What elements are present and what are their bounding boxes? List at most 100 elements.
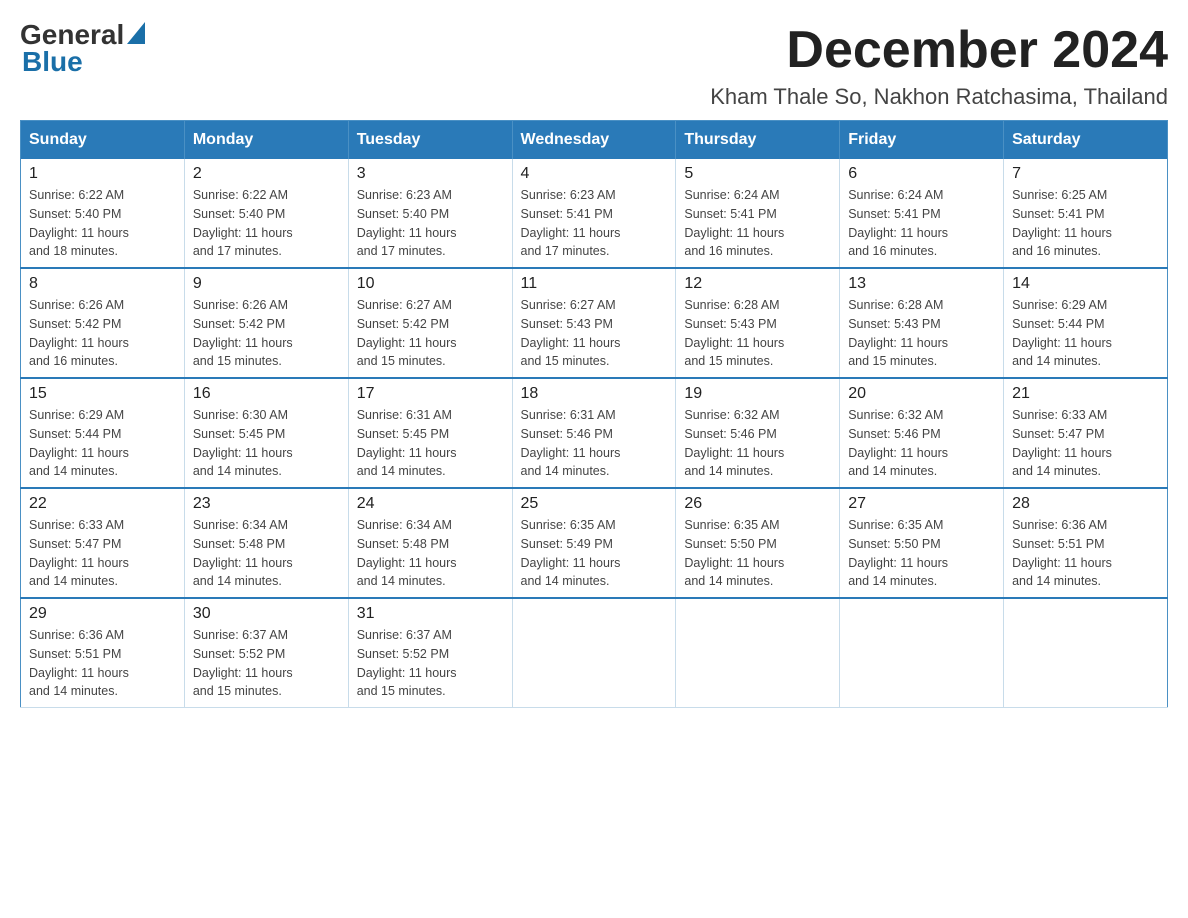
day-number: 24 [357,495,504,513]
day-number: 23 [193,495,340,513]
day-info: Sunrise: 6:36 AMSunset: 5:51 PMDaylight:… [29,626,176,701]
day-number: 3 [357,165,504,183]
day-info: Sunrise: 6:27 AMSunset: 5:43 PMDaylight:… [521,296,668,371]
day-number: 16 [193,385,340,403]
day-number: 4 [521,165,668,183]
title-section: December 2024 Kham Thale So, Nakhon Ratc… [710,20,1168,110]
calendar-day-cell: 30 Sunrise: 6:37 AMSunset: 5:52 PMDaylig… [184,598,348,708]
calendar-week-row: 15 Sunrise: 6:29 AMSunset: 5:44 PMDaylig… [21,378,1168,488]
logo: General Blue [20,20,145,78]
day-info: Sunrise: 6:25 AMSunset: 5:41 PMDaylight:… [1012,186,1159,261]
day-info: Sunrise: 6:35 AMSunset: 5:50 PMDaylight:… [848,516,995,591]
calendar-day-cell [1004,598,1168,708]
day-number: 2 [193,165,340,183]
day-number: 30 [193,605,340,623]
calendar-day-cell: 31 Sunrise: 6:37 AMSunset: 5:52 PMDaylig… [348,598,512,708]
day-number: 13 [848,275,995,293]
day-info: Sunrise: 6:23 AMSunset: 5:41 PMDaylight:… [521,186,668,261]
calendar-week-row: 1 Sunrise: 6:22 AMSunset: 5:40 PMDayligh… [21,159,1168,268]
day-info: Sunrise: 6:36 AMSunset: 5:51 PMDaylight:… [1012,516,1159,591]
calendar-day-cell: 26 Sunrise: 6:35 AMSunset: 5:50 PMDaylig… [676,488,840,598]
calendar-day-cell: 14 Sunrise: 6:29 AMSunset: 5:44 PMDaylig… [1004,268,1168,378]
page-title: December 2024 [710,20,1168,80]
day-info: Sunrise: 6:24 AMSunset: 5:41 PMDaylight:… [684,186,831,261]
day-info: Sunrise: 6:32 AMSunset: 5:46 PMDaylight:… [848,406,995,481]
day-info: Sunrise: 6:24 AMSunset: 5:41 PMDaylight:… [848,186,995,261]
calendar-day-cell: 20 Sunrise: 6:32 AMSunset: 5:46 PMDaylig… [840,378,1004,488]
day-info: Sunrise: 6:30 AMSunset: 5:45 PMDaylight:… [193,406,340,481]
day-number: 18 [521,385,668,403]
calendar-day-cell: 19 Sunrise: 6:32 AMSunset: 5:46 PMDaylig… [676,378,840,488]
day-info: Sunrise: 6:22 AMSunset: 5:40 PMDaylight:… [29,186,176,261]
calendar-day-cell: 23 Sunrise: 6:34 AMSunset: 5:48 PMDaylig… [184,488,348,598]
day-number: 28 [1012,495,1159,513]
day-number: 5 [684,165,831,183]
day-number: 19 [684,385,831,403]
calendar-day-cell: 10 Sunrise: 6:27 AMSunset: 5:42 PMDaylig… [348,268,512,378]
day-info: Sunrise: 6:32 AMSunset: 5:46 PMDaylight:… [684,406,831,481]
calendar-day-cell: 5 Sunrise: 6:24 AMSunset: 5:41 PMDayligh… [676,159,840,268]
calendar-header-row: SundayMondayTuesdayWednesdayThursdayFrid… [21,121,1168,160]
day-number: 20 [848,385,995,403]
calendar-week-row: 22 Sunrise: 6:33 AMSunset: 5:47 PMDaylig… [21,488,1168,598]
calendar-day-header: Tuesday [348,121,512,160]
calendar-day-header: Saturday [1004,121,1168,160]
day-info: Sunrise: 6:22 AMSunset: 5:40 PMDaylight:… [193,186,340,261]
day-number: 14 [1012,275,1159,293]
calendar-day-cell: 17 Sunrise: 6:31 AMSunset: 5:45 PMDaylig… [348,378,512,488]
day-number: 11 [521,275,668,293]
calendar-day-cell [676,598,840,708]
calendar-day-cell: 24 Sunrise: 6:34 AMSunset: 5:48 PMDaylig… [348,488,512,598]
day-info: Sunrise: 6:28 AMSunset: 5:43 PMDaylight:… [848,296,995,371]
calendar-day-cell: 12 Sunrise: 6:28 AMSunset: 5:43 PMDaylig… [676,268,840,378]
day-info: Sunrise: 6:34 AMSunset: 5:48 PMDaylight:… [193,516,340,591]
day-info: Sunrise: 6:27 AMSunset: 5:42 PMDaylight:… [357,296,504,371]
calendar-day-cell: 21 Sunrise: 6:33 AMSunset: 5:47 PMDaylig… [1004,378,1168,488]
calendar-day-header: Thursday [676,121,840,160]
page-subtitle: Kham Thale So, Nakhon Ratchasima, Thaila… [710,84,1168,110]
calendar-day-cell: 4 Sunrise: 6:23 AMSunset: 5:41 PMDayligh… [512,159,676,268]
day-number: 7 [1012,165,1159,183]
day-number: 15 [29,385,176,403]
calendar-day-cell: 16 Sunrise: 6:30 AMSunset: 5:45 PMDaylig… [184,378,348,488]
day-info: Sunrise: 6:23 AMSunset: 5:40 PMDaylight:… [357,186,504,261]
day-info: Sunrise: 6:26 AMSunset: 5:42 PMDaylight:… [193,296,340,371]
day-number: 10 [357,275,504,293]
day-info: Sunrise: 6:37 AMSunset: 5:52 PMDaylight:… [193,626,340,701]
calendar-day-header: Monday [184,121,348,160]
day-info: Sunrise: 6:29 AMSunset: 5:44 PMDaylight:… [1012,296,1159,371]
calendar-day-header: Friday [840,121,1004,160]
calendar-table: SundayMondayTuesdayWednesdayThursdayFrid… [20,120,1168,708]
day-info: Sunrise: 6:29 AMSunset: 5:44 PMDaylight:… [29,406,176,481]
page-header: General Blue December 2024 Kham Thale So… [20,20,1168,110]
calendar-day-cell: 13 Sunrise: 6:28 AMSunset: 5:43 PMDaylig… [840,268,1004,378]
calendar-day-cell: 2 Sunrise: 6:22 AMSunset: 5:40 PMDayligh… [184,159,348,268]
day-number: 8 [29,275,176,293]
calendar-day-cell [512,598,676,708]
calendar-day-cell: 8 Sunrise: 6:26 AMSunset: 5:42 PMDayligh… [21,268,185,378]
day-number: 29 [29,605,176,623]
day-number: 6 [848,165,995,183]
calendar-day-cell: 9 Sunrise: 6:26 AMSunset: 5:42 PMDayligh… [184,268,348,378]
day-info: Sunrise: 6:33 AMSunset: 5:47 PMDaylight:… [29,516,176,591]
calendar-day-cell: 6 Sunrise: 6:24 AMSunset: 5:41 PMDayligh… [840,159,1004,268]
calendar-day-cell: 3 Sunrise: 6:23 AMSunset: 5:40 PMDayligh… [348,159,512,268]
day-info: Sunrise: 6:35 AMSunset: 5:49 PMDaylight:… [521,516,668,591]
calendar-day-cell [840,598,1004,708]
day-info: Sunrise: 6:26 AMSunset: 5:42 PMDaylight:… [29,296,176,371]
calendar-day-cell: 7 Sunrise: 6:25 AMSunset: 5:41 PMDayligh… [1004,159,1168,268]
calendar-day-header: Wednesday [512,121,676,160]
day-info: Sunrise: 6:31 AMSunset: 5:45 PMDaylight:… [357,406,504,481]
day-info: Sunrise: 6:34 AMSunset: 5:48 PMDaylight:… [357,516,504,591]
day-number: 9 [193,275,340,293]
calendar-day-cell: 15 Sunrise: 6:29 AMSunset: 5:44 PMDaylig… [21,378,185,488]
calendar-day-cell: 25 Sunrise: 6:35 AMSunset: 5:49 PMDaylig… [512,488,676,598]
calendar-week-row: 29 Sunrise: 6:36 AMSunset: 5:51 PMDaylig… [21,598,1168,708]
day-number: 26 [684,495,831,513]
day-number: 31 [357,605,504,623]
calendar-day-cell: 11 Sunrise: 6:27 AMSunset: 5:43 PMDaylig… [512,268,676,378]
calendar-day-header: Sunday [21,121,185,160]
day-number: 27 [848,495,995,513]
logo-triangle-icon [127,22,145,49]
calendar-day-cell: 18 Sunrise: 6:31 AMSunset: 5:46 PMDaylig… [512,378,676,488]
